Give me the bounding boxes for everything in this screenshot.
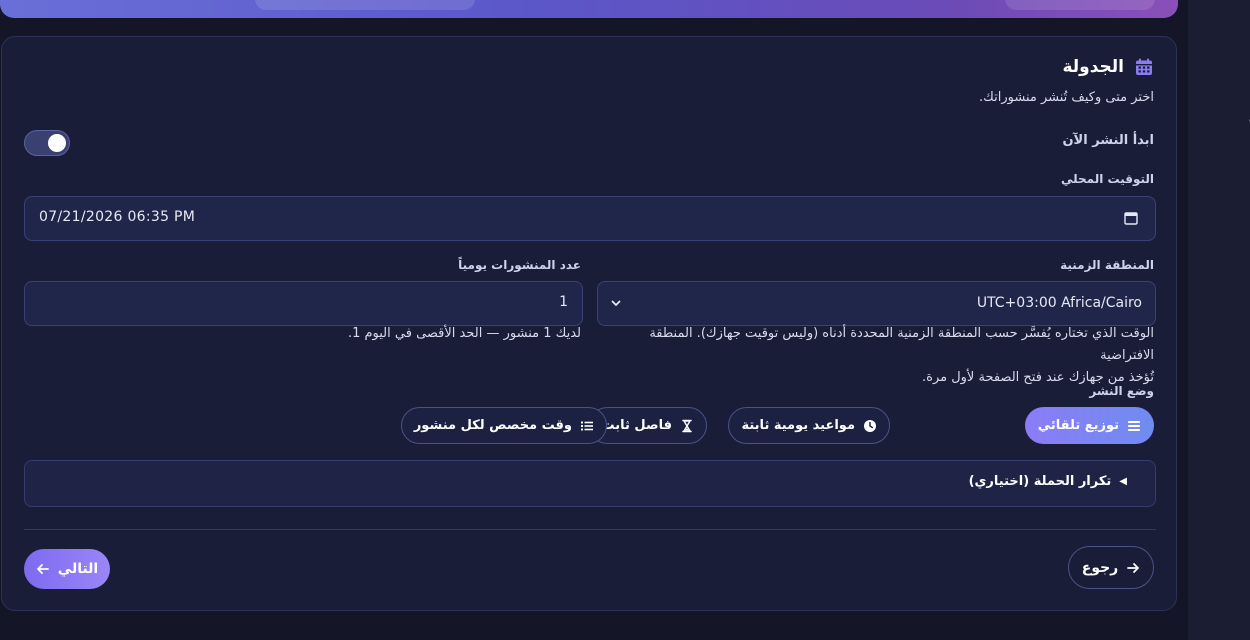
- calendar-picker-icon[interactable]: [1123, 210, 1139, 226]
- list-icon: [581, 421, 593, 430]
- timezone-help: الوقت الذي تختاره يُفسَّر حسب المنطقة ال…: [594, 323, 1154, 389]
- local-time-input[interactable]: 07/21/2026 06:35 PM: [24, 196, 1156, 241]
- clock-icon: [864, 419, 876, 432]
- schedule-card: الجدولة اختر متى وكيف تُنشر منشوراتك. اب…: [1, 36, 1177, 611]
- start-now-label: ابدأ النشر الآن: [1062, 133, 1154, 148]
- repeat-campaign-summary[interactable]: ◀ تكرار الحملة (اختياري): [969, 474, 1127, 489]
- timezone-select[interactable]: UTC+03:00 Africa/Cairo: [597, 281, 1156, 326]
- mode-label-text: توزيع تلقائي: [1037, 418, 1119, 433]
- page: ت الجدولة اختر متى وكيف تُنشر منشوراتك. …: [0, 0, 1250, 640]
- mode-label-text: وقت مخصص لكل منشور: [413, 418, 572, 433]
- mode-label-text: مواعيد يومية ثابتة: [741, 418, 855, 433]
- hourglass-icon: [682, 419, 692, 432]
- timezone-value: UTC+03:00 Africa/Cairo: [976, 295, 1142, 311]
- posts-per-day-label: عدد المنشورات يومياً: [458, 258, 581, 272]
- mode-custom-time-button[interactable]: وقت مخصص لكل منشور: [400, 407, 607, 444]
- mode-fixed-daily-button[interactable]: مواعيد يومية ثابتة: [728, 407, 890, 444]
- posts-per-day-input[interactable]: 1: [24, 281, 583, 326]
- next-button[interactable]: التالي: [24, 549, 110, 589]
- section-subtitle: اختر متى وكيف تُنشر منشوراتك.: [979, 90, 1154, 105]
- start-now-toggle[interactable]: [24, 130, 70, 156]
- disclosure-triangle-icon: ◀: [1119, 476, 1127, 487]
- section-title: الجدولة: [1062, 57, 1124, 77]
- chevron-down-icon: [611, 300, 621, 306]
- arrow-right-icon: [1127, 562, 1140, 573]
- toggle-knob: [48, 134, 66, 152]
- posts-per-day-help: لديك 1 منشور — الحد الأقصى في اليوم 1.: [347, 326, 581, 341]
- mode-label: وضع النشر: [1089, 384, 1154, 398]
- side-panel-text: ت: [1241, 112, 1250, 127]
- lines-icon: [1128, 420, 1140, 431]
- divider: [24, 529, 1156, 530]
- arrow-left-icon: [36, 564, 49, 574]
- mode-auto-distribution-button[interactable]: توزيع تلقائي: [1024, 407, 1154, 444]
- section-header: الجدولة: [1062, 57, 1154, 77]
- posts-per-day-value: 1: [559, 294, 568, 310]
- back-button-label: رجوع: [1081, 559, 1119, 576]
- timezone-help-line: الوقت الذي تختاره يُفسَّر حسب المنطقة ال…: [649, 326, 1154, 363]
- side-panel: ت: [1188, 0, 1250, 640]
- timezone-label: المنطقة الزمنية: [1060, 258, 1154, 272]
- mode-label-text: فاصل ثابت: [601, 418, 673, 433]
- banner-decoration: [255, 0, 475, 10]
- top-banner: [0, 0, 1178, 18]
- banner-decoration: [1005, 0, 1155, 10]
- next-button-label: التالي: [57, 561, 99, 577]
- back-button[interactable]: رجوع: [1068, 546, 1154, 589]
- calendar-icon: [1136, 58, 1152, 75]
- timezone-help-line: تُؤخذ من جهازك عند فتح الصفحة لأول مرة.: [922, 370, 1154, 385]
- local-time-value: 07/21/2026 06:35 PM: [39, 209, 196, 225]
- repeat-campaign-label: تكرار الحملة (اختياري): [968, 474, 1112, 489]
- repeat-campaign-details[interactable]: ◀ تكرار الحملة (اختياري): [24, 460, 1156, 507]
- local-time-label: التوقيت المحلي: [1060, 172, 1154, 186]
